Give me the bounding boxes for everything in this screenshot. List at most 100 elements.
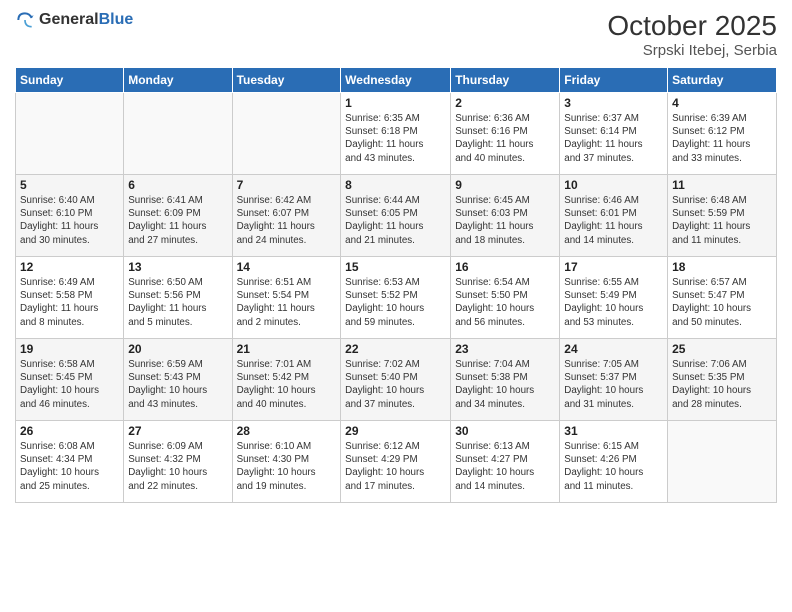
day-number: 2 <box>455 96 555 110</box>
calendar-cell: 18 Sunrise: 6:57 AM Sunset: 5:47 PM Dayli… <box>668 257 777 339</box>
calendar-cell: 11 Sunrise: 6:48 AM Sunset: 5:59 PM Dayli… <box>668 175 777 257</box>
calendar-cell: 14Sunrise: 6:51 AM Sunset: 5:54 PM Dayli… <box>232 257 341 339</box>
day-info: Sunrise: 7:05 AM Sunset: 5:37 PM Dayligh… <box>564 358 663 411</box>
day-info: Sunrise: 6:41 AM Sunset: 6:09 PM Dayligh… <box>128 194 227 247</box>
day-info: Sunrise: 6:15 AM Sunset: 4:26 PM Dayligh… <box>564 440 663 493</box>
calendar-week-5: 26Sunrise: 6:08 AM Sunset: 4:34 PM Dayli… <box>16 421 777 503</box>
col-friday: Friday <box>560 68 668 93</box>
day-number: 6 <box>128 178 227 192</box>
calendar-cell: 29 Sunrise: 6:12 AM Sunset: 4:29 PM Dayli… <box>341 421 451 503</box>
day-info: Sunrise: 6:35 AM Sunset: 6:18 PM Dayligh… <box>345 112 446 165</box>
day-info: Sunrise: 6:46 AM Sunset: 6:01 PM Dayligh… <box>564 194 663 247</box>
calendar-cell: 2 Sunrise: 6:36 AM Sunset: 6:16 PM Daylig… <box>451 93 560 175</box>
calendar-cell <box>124 93 232 175</box>
calendar-cell <box>232 93 341 175</box>
day-info: Sunrise: 6:53 AM Sunset: 5:52 PM Dayligh… <box>345 276 446 329</box>
calendar-cell: 10 Sunrise: 6:46 AM Sunset: 6:01 PM Dayli… <box>560 175 668 257</box>
calendar-cell <box>668 421 777 503</box>
logo-text: General Blue <box>39 12 133 28</box>
day-number: 18 <box>672 260 772 274</box>
calendar-cell: 23Sunrise: 7:04 AM Sunset: 5:38 PM Dayli… <box>451 339 560 421</box>
page-title: October 2025 <box>607 10 777 42</box>
day-number: 30 <box>455 424 555 438</box>
calendar-cell: 7Sunrise: 6:42 AM Sunset: 6:07 PM Daylig… <box>232 175 341 257</box>
day-number: 29 <box>345 424 446 438</box>
calendar-cell: 26Sunrise: 6:08 AM Sunset: 4:34 PM Dayli… <box>16 421 124 503</box>
day-info: Sunrise: 7:04 AM Sunset: 5:38 PM Dayligh… <box>455 358 555 411</box>
page-container: General Blue October 2025 Srpski Itebej,… <box>0 0 792 513</box>
day-info: Sunrise: 6:12 AM Sunset: 4:29 PM Dayligh… <box>345 440 446 493</box>
day-info: Sunrise: 7:06 AM Sunset: 5:35 PM Dayligh… <box>672 358 772 411</box>
calendar-body: 1 Sunrise: 6:35 AM Sunset: 6:18 PM Daylig… <box>16 93 777 503</box>
day-info: Sunrise: 6:13 AM Sunset: 4:27 PM Dayligh… <box>455 440 555 493</box>
col-sunday: Sunday <box>16 68 124 93</box>
day-number: 3 <box>564 96 663 110</box>
day-info: Sunrise: 6:59 AM Sunset: 5:43 PM Dayligh… <box>128 358 227 411</box>
calendar-week-3: 12Sunrise: 6:49 AM Sunset: 5:58 PM Dayli… <box>16 257 777 339</box>
page-subtitle: Srpski Itebej, Serbia <box>607 42 777 59</box>
col-tuesday: Tuesday <box>232 68 341 93</box>
day-number: 9 <box>455 178 555 192</box>
col-saturday: Saturday <box>668 68 777 93</box>
day-info: Sunrise: 6:09 AM Sunset: 4:32 PM Dayligh… <box>128 440 227 493</box>
day-number: 14 <box>237 260 337 274</box>
day-info: Sunrise: 6:39 AM Sunset: 6:12 PM Dayligh… <box>672 112 772 165</box>
calendar-week-1: 1 Sunrise: 6:35 AM Sunset: 6:18 PM Daylig… <box>16 93 777 175</box>
day-number: 19 <box>20 342 119 356</box>
day-number: 7 <box>237 178 337 192</box>
day-info: Sunrise: 6:54 AM Sunset: 5:50 PM Dayligh… <box>455 276 555 329</box>
calendar-week-2: 5Sunrise: 6:40 AM Sunset: 6:10 PM Daylig… <box>16 175 777 257</box>
day-number: 31 <box>564 424 663 438</box>
calendar-cell: 27Sunrise: 6:09 AM Sunset: 4:32 PM Dayli… <box>124 421 232 503</box>
calendar-cell: 24 Sunrise: 7:05 AM Sunset: 5:37 PM Dayli… <box>560 339 668 421</box>
calendar-cell: 16 Sunrise: 6:54 AM Sunset: 5:50 PM Dayli… <box>451 257 560 339</box>
day-info: Sunrise: 6:37 AM Sunset: 6:14 PM Dayligh… <box>564 112 663 165</box>
logo-blue: Blue <box>99 12 134 28</box>
day-info: Sunrise: 6:49 AM Sunset: 5:58 PM Dayligh… <box>20 276 119 329</box>
title-block: October 2025 Srpski Itebej, Serbia <box>607 10 777 59</box>
col-monday: Monday <box>124 68 232 93</box>
day-number: 22 <box>345 342 446 356</box>
day-info: Sunrise: 6:50 AM Sunset: 5:56 PM Dayligh… <box>128 276 227 329</box>
calendar-cell: 6 Sunrise: 6:41 AM Sunset: 6:09 PM Daylig… <box>124 175 232 257</box>
col-wednesday: Wednesday <box>341 68 451 93</box>
day-info: Sunrise: 6:36 AM Sunset: 6:16 PM Dayligh… <box>455 112 555 165</box>
calendar-cell: 15Sunrise: 6:53 AM Sunset: 5:52 PM Dayli… <box>341 257 451 339</box>
calendar-cell: 22 Sunrise: 7:02 AM Sunset: 5:40 PM Dayli… <box>341 339 451 421</box>
calendar-cell: 28Sunrise: 6:10 AM Sunset: 4:30 PM Dayli… <box>232 421 341 503</box>
day-info: Sunrise: 6:55 AM Sunset: 5:49 PM Dayligh… <box>564 276 663 329</box>
day-number: 11 <box>672 178 772 192</box>
day-number: 24 <box>564 342 663 356</box>
calendar-cell <box>16 93 124 175</box>
calendar-cell: 13Sunrise: 6:50 AM Sunset: 5:56 PM Dayli… <box>124 257 232 339</box>
calendar-header: Sunday Monday Tuesday Wednesday Thursday… <box>16 68 777 93</box>
calendar-cell: 12Sunrise: 6:49 AM Sunset: 5:58 PM Dayli… <box>16 257 124 339</box>
calendar-cell: 21Sunrise: 7:01 AM Sunset: 5:42 PM Dayli… <box>232 339 341 421</box>
calendar-cell: 5Sunrise: 6:40 AM Sunset: 6:10 PM Daylig… <box>16 175 124 257</box>
day-number: 17 <box>564 260 663 274</box>
logo: General Blue <box>15 10 133 30</box>
day-info: Sunrise: 7:02 AM Sunset: 5:40 PM Dayligh… <box>345 358 446 411</box>
day-number: 16 <box>455 260 555 274</box>
logo-icon <box>15 10 35 30</box>
day-number: 20 <box>128 342 227 356</box>
day-number: 10 <box>564 178 663 192</box>
calendar-cell: 25Sunrise: 7:06 AM Sunset: 5:35 PM Dayli… <box>668 339 777 421</box>
calendar-table: Sunday Monday Tuesday Wednesday Thursday… <box>15 67 777 503</box>
day-info: Sunrise: 6:44 AM Sunset: 6:05 PM Dayligh… <box>345 194 446 247</box>
calendar-week-4: 19 Sunrise: 6:58 AM Sunset: 5:45 PM Dayli… <box>16 339 777 421</box>
day-number: 1 <box>345 96 446 110</box>
day-number: 26 <box>20 424 119 438</box>
calendar-cell: 8Sunrise: 6:44 AM Sunset: 6:05 PM Daylig… <box>341 175 451 257</box>
calendar-cell: 19 Sunrise: 6:58 AM Sunset: 5:45 PM Dayli… <box>16 339 124 421</box>
calendar-cell: 9 Sunrise: 6:45 AM Sunset: 6:03 PM Daylig… <box>451 175 560 257</box>
day-info: Sunrise: 6:57 AM Sunset: 5:47 PM Dayligh… <box>672 276 772 329</box>
day-info: Sunrise: 6:48 AM Sunset: 5:59 PM Dayligh… <box>672 194 772 247</box>
calendar-cell: 4 Sunrise: 6:39 AM Sunset: 6:12 PM Daylig… <box>668 93 777 175</box>
calendar-cell: 1 Sunrise: 6:35 AM Sunset: 6:18 PM Daylig… <box>341 93 451 175</box>
day-number: 28 <box>237 424 337 438</box>
calendar-cell: 17 Sunrise: 6:55 AM Sunset: 5:49 PM Dayli… <box>560 257 668 339</box>
day-info: Sunrise: 6:45 AM Sunset: 6:03 PM Dayligh… <box>455 194 555 247</box>
day-number: 4 <box>672 96 772 110</box>
day-info: Sunrise: 6:58 AM Sunset: 5:45 PM Dayligh… <box>20 358 119 411</box>
